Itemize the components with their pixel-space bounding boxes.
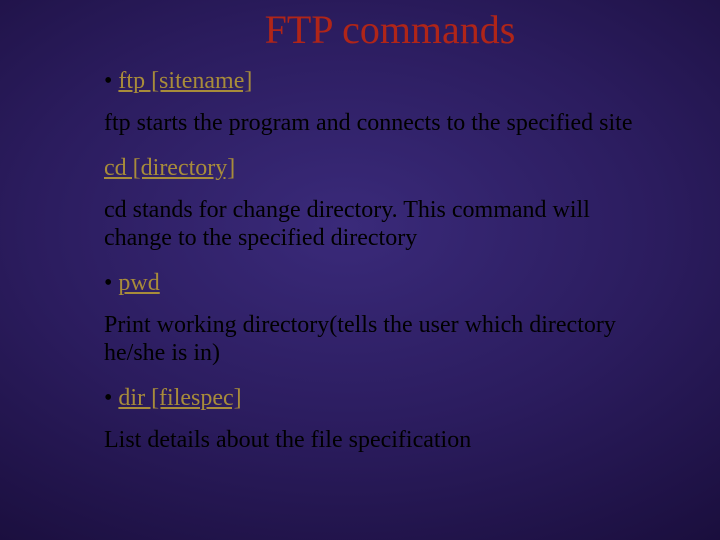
command-heading: • pwd [104, 269, 662, 297]
command-description: List details about the file specificatio… [104, 426, 662, 454]
slide-body: • ftp [sitename] ftp starts the program … [48, 67, 672, 454]
command-description: cd stands for change directory. This com… [104, 196, 662, 253]
command-link[interactable]: dir [filespec] [118, 385, 241, 411]
slide-title: FTP commands [48, 6, 672, 53]
command-heading: • ftp [sitename] [104, 67, 662, 95]
command-link[interactable]: pwd [118, 270, 159, 296]
command-heading: cd [directory] [104, 154, 662, 182]
command-description: Print working directory(tells the user w… [104, 311, 662, 368]
command-description: ftp starts the program and connects to t… [104, 109, 662, 137]
command-heading: • dir [filespec] [104, 384, 662, 412]
bullet: • [104, 68, 118, 94]
slide: FTP commands • ftp [sitename] ftp starts… [0, 0, 720, 540]
command-link[interactable]: ftp [sitename] [118, 68, 252, 94]
command-link[interactable]: cd [directory] [104, 155, 235, 181]
bullet: • [104, 270, 118, 296]
bullet: • [104, 385, 118, 411]
